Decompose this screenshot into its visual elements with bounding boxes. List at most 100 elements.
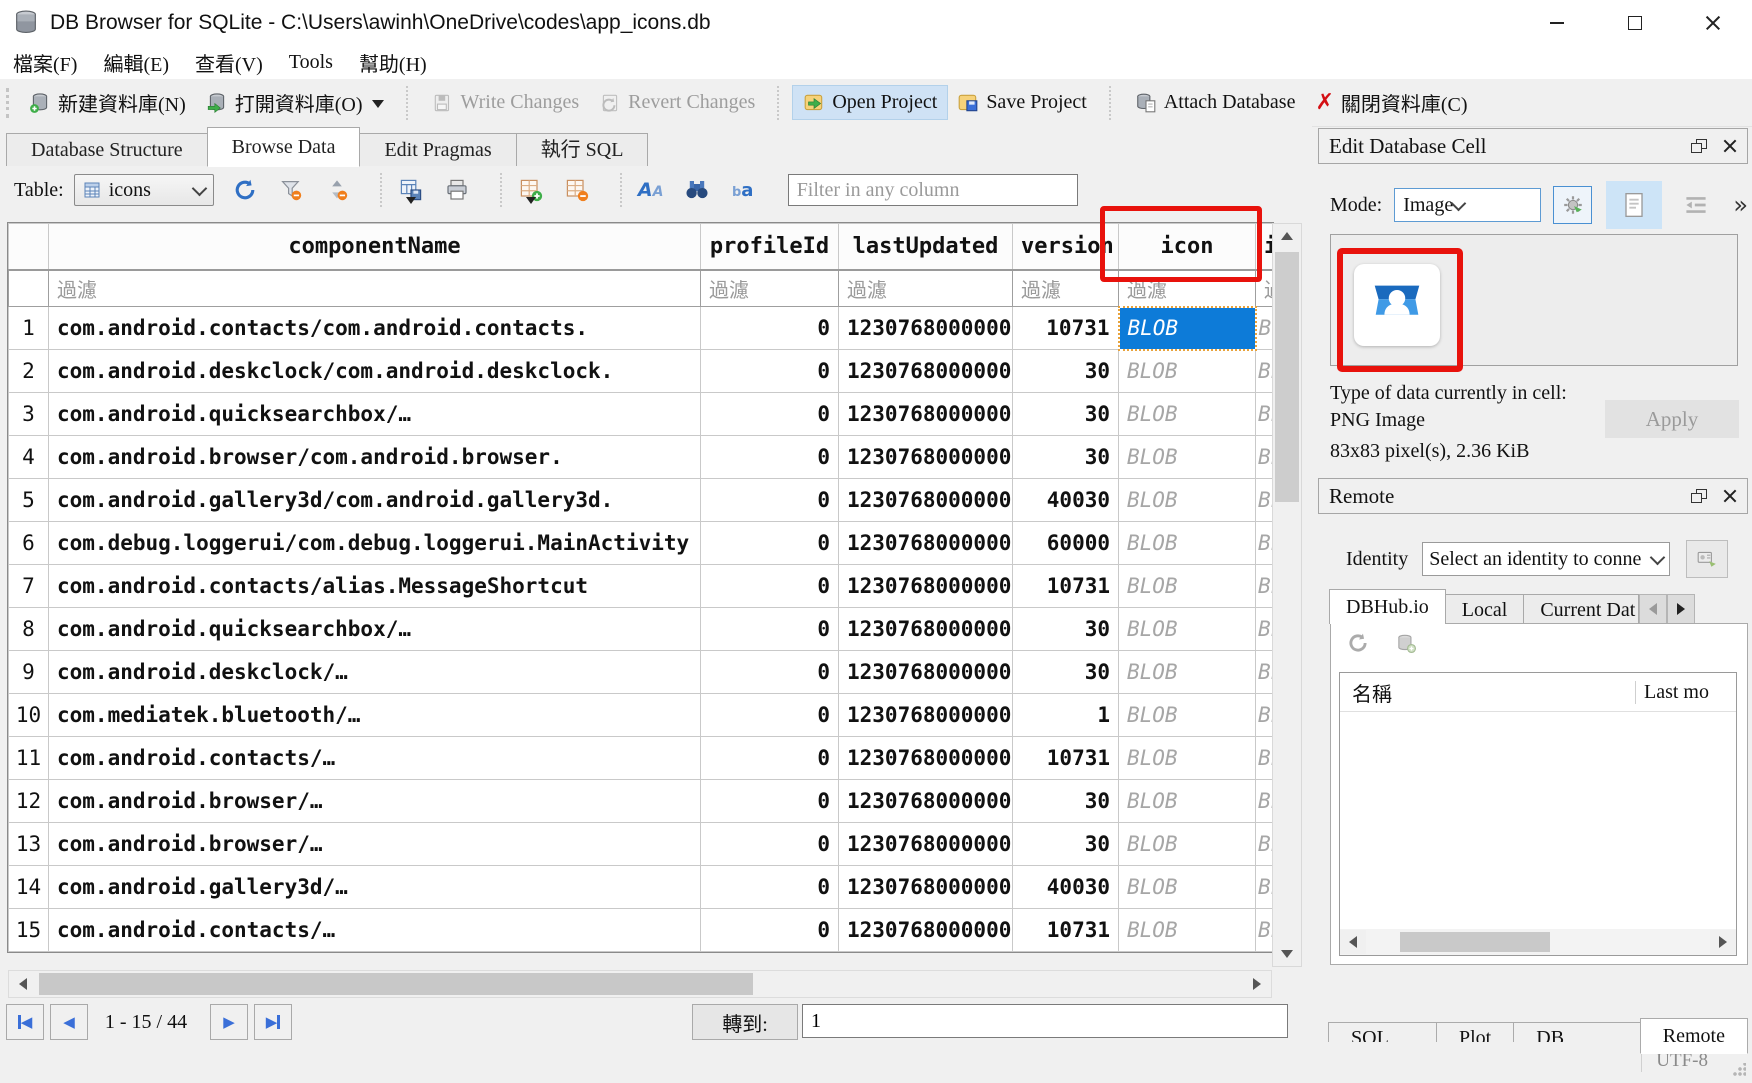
profileid-cell[interactable]: 0 xyxy=(701,866,839,909)
mode-select[interactable]: Image xyxy=(1394,188,1541,222)
menu-tools[interactable]: Tools xyxy=(276,51,346,74)
delete-record-button[interactable] xyxy=(562,175,592,205)
refresh-button[interactable] xyxy=(230,175,260,205)
overflow-cell[interactable]: BLOB xyxy=(1256,307,1273,350)
row-number-cell[interactable]: 13 xyxy=(9,823,49,866)
remote-scroll-thumb[interactable] xyxy=(1400,932,1550,952)
profileid-cell[interactable]: 0 xyxy=(701,565,839,608)
scroll-right-button[interactable] xyxy=(1243,971,1271,997)
find-button[interactable] xyxy=(682,175,712,205)
version-cell[interactable]: 30 xyxy=(1013,780,1119,823)
overflow-cell[interactable]: BLOB xyxy=(1256,909,1273,952)
profileid-cell[interactable]: 0 xyxy=(701,479,839,522)
profileid-cell[interactable]: 0 xyxy=(701,522,839,565)
save-project-button[interactable]: Save Project xyxy=(947,86,1097,119)
componentname-cell[interactable]: com.android.deskclock/com.android.deskcl… xyxy=(49,350,701,393)
version-cell[interactable]: 10731 xyxy=(1013,307,1119,350)
componentname-cell[interactable]: com.android.contacts/… xyxy=(49,737,701,780)
close-button[interactable] xyxy=(1674,0,1752,45)
tab-browse-data[interactable]: Browse Data xyxy=(207,127,361,167)
first-page-button[interactable]: ◀ xyxy=(6,1004,44,1040)
profileid-cell[interactable]: 0 xyxy=(701,780,839,823)
menu-help[interactable]: 幫助(H) xyxy=(346,48,440,77)
icon-cell[interactable]: BLOB xyxy=(1119,565,1256,608)
version-cell[interactable]: 40030 xyxy=(1013,866,1119,909)
insert-record-button[interactable] xyxy=(516,175,546,205)
maximize-button[interactable] xyxy=(1596,0,1674,45)
column-header-componentname[interactable]: componentName xyxy=(49,224,701,270)
row-number-cell[interactable]: 2 xyxy=(9,350,49,393)
profileid-cell[interactable]: 0 xyxy=(701,694,839,737)
lastupdated-cell[interactable]: 1230768000000 xyxy=(839,565,1013,608)
overflow-cell[interactable]: BLOB xyxy=(1256,350,1273,393)
row-number-cell[interactable]: 9 xyxy=(9,651,49,694)
remote-column-name[interactable]: 名稱 xyxy=(1340,678,1635,707)
version-cell[interactable]: 30 xyxy=(1013,393,1119,436)
float-panel-icon[interactable] xyxy=(1691,489,1707,503)
componentname-cell[interactable]: com.android.quicksearchbox/… xyxy=(49,608,701,651)
row-number-cell[interactable]: 7 xyxy=(9,565,49,608)
overflow-cell[interactable]: BLOB xyxy=(1256,651,1273,694)
componentname-cell[interactable]: com.android.contacts/com.android.contact… xyxy=(49,307,701,350)
scroll-up-button[interactable] xyxy=(1273,224,1301,248)
row-number-cell[interactable]: 12 xyxy=(9,780,49,823)
version-cell[interactable]: 30 xyxy=(1013,436,1119,479)
edit-display-format-button[interactable]: ba xyxy=(728,175,758,205)
icon-cell[interactable]: BLOB xyxy=(1119,866,1256,909)
version-cell[interactable]: 30 xyxy=(1013,823,1119,866)
close-database-button[interactable]: ✗ 關閉資料庫(C) xyxy=(1305,83,1477,122)
overflow-cell[interactable]: BLOB xyxy=(1256,522,1273,565)
componentname-cell[interactable]: com.android.browser/… xyxy=(49,780,701,823)
overflow-cell[interactable]: BLOB xyxy=(1256,694,1273,737)
tab-scroll-right-button[interactable] xyxy=(1667,594,1695,624)
clear-filters-button[interactable] xyxy=(276,175,306,205)
overflow-cell[interactable]: BLOB xyxy=(1256,479,1273,522)
row-number-cell[interactable]: 6 xyxy=(9,522,49,565)
icon-cell[interactable]: BLOB xyxy=(1119,522,1256,565)
open-project-button[interactable]: Open Project xyxy=(793,86,947,119)
lastupdated-cell[interactable]: 1230768000000 xyxy=(839,436,1013,479)
insert-record-dropdown-icon[interactable] xyxy=(526,197,536,209)
overflow-cell[interactable]: BLOB xyxy=(1256,565,1273,608)
icon-cell[interactable]: BLOB xyxy=(1119,608,1256,651)
toolbar-grip[interactable] xyxy=(6,88,13,118)
lastupdated-cell[interactable]: 1230768000000 xyxy=(839,866,1013,909)
goto-record-input[interactable] xyxy=(802,1004,1288,1038)
icon-cell[interactable]: BLOB xyxy=(1119,479,1256,522)
lastupdated-cell[interactable]: 1230768000000 xyxy=(839,608,1013,651)
profileid-cell[interactable]: 0 xyxy=(701,307,839,350)
componentname-cell[interactable]: com.android.contacts/alias.MessageShortc… xyxy=(49,565,701,608)
font-format-button[interactable]: AA xyxy=(636,175,666,205)
next-page-button[interactable]: ▶ xyxy=(210,1004,248,1040)
identity-select[interactable]: Select an identity to conne xyxy=(1422,542,1670,576)
version-cell[interactable]: 10731 xyxy=(1013,909,1119,952)
lastupdated-cell[interactable]: 1230768000000 xyxy=(839,479,1013,522)
componentname-cell[interactable]: com.android.browser/… xyxy=(49,823,701,866)
version-cell[interactable]: 30 xyxy=(1013,350,1119,393)
profileid-cell[interactable]: 0 xyxy=(701,651,839,694)
horizontal-scrollbar[interactable] xyxy=(8,970,1272,998)
vertical-scroll-thumb[interactable] xyxy=(1275,252,1299,502)
row-number-cell[interactable]: 5 xyxy=(9,479,49,522)
save-results-dropdown-icon[interactable] xyxy=(406,197,416,209)
icon-cell[interactable]: BLOB xyxy=(1119,651,1256,694)
version-cell[interactable]: 10731 xyxy=(1013,565,1119,608)
row-number-cell[interactable]: 4 xyxy=(9,436,49,479)
lastupdated-cell[interactable]: 1230768000000 xyxy=(839,350,1013,393)
icon-cell[interactable]: BLOB xyxy=(1119,307,1256,350)
overflow-cell[interactable]: BLOB xyxy=(1256,823,1273,866)
resize-grip[interactable] xyxy=(1732,1063,1746,1077)
filter-any-column-input[interactable] xyxy=(788,174,1078,206)
save-results-button[interactable] xyxy=(396,175,426,205)
lastupdated-cell[interactable]: 1230768000000 xyxy=(839,780,1013,823)
profileid-cell[interactable]: 0 xyxy=(701,608,839,651)
clear-sorting-button[interactable] xyxy=(322,175,352,205)
componentname-cell[interactable]: com.android.browser/com.android.browser. xyxy=(49,436,701,479)
version-cell[interactable]: 30 xyxy=(1013,651,1119,694)
version-cell[interactable]: 40030 xyxy=(1013,479,1119,522)
profileid-cell[interactable]: 0 xyxy=(701,436,839,479)
tab-execute-sql[interactable]: 執行 SQL xyxy=(516,133,649,166)
version-cell[interactable]: 60000 xyxy=(1013,522,1119,565)
icon-cell[interactable]: BLOB xyxy=(1119,393,1256,436)
float-panel-icon[interactable] xyxy=(1691,139,1707,153)
